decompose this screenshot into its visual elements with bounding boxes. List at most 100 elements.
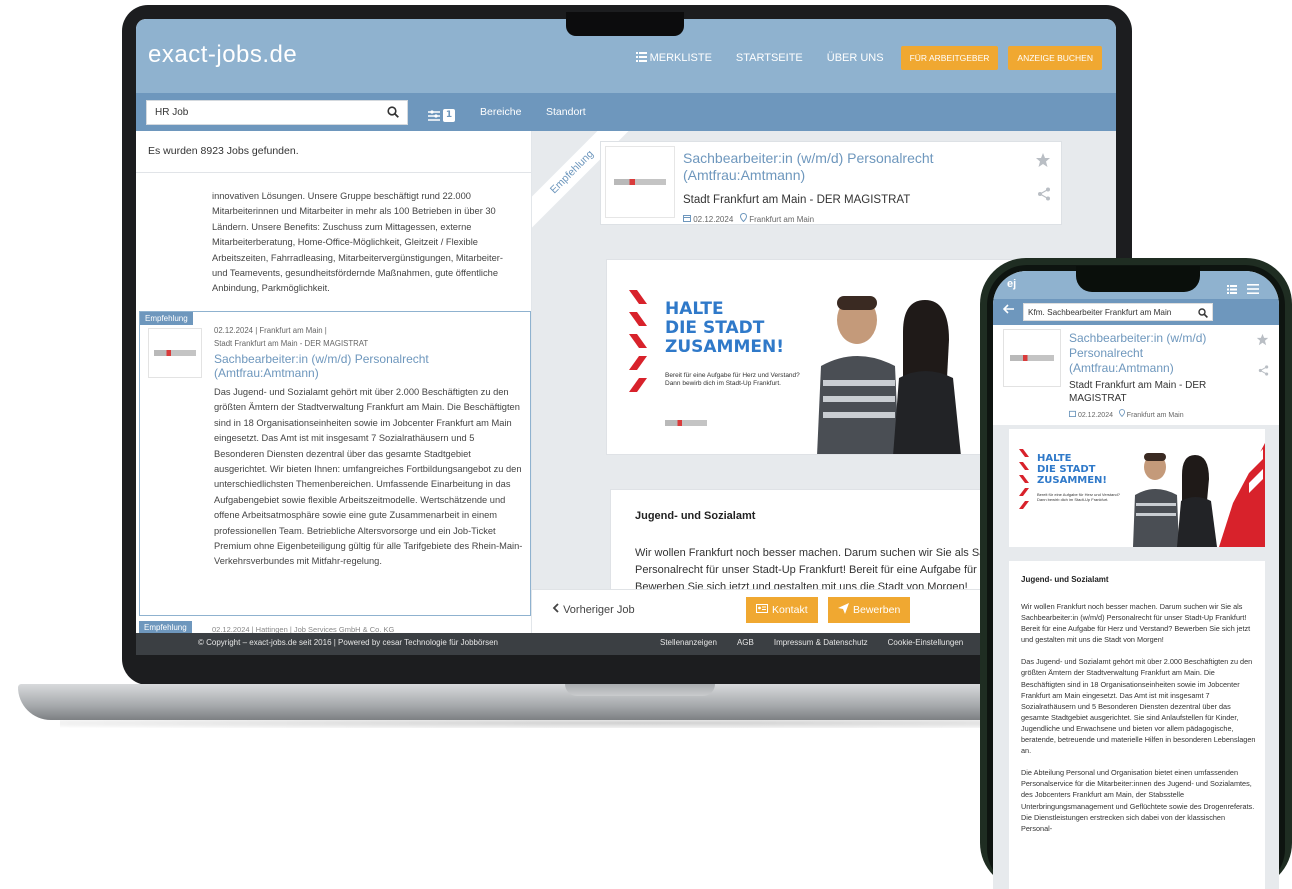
detail-location: Frankfurt am Main bbox=[749, 215, 815, 224]
footer-link-cookie[interactable]: Cookie-Einstellungen bbox=[888, 638, 964, 647]
company-logo-mark bbox=[154, 350, 196, 356]
results-count: Es wurden 8923 Jobs gefunden. bbox=[148, 145, 299, 157]
mobile-banner-red-shape bbox=[1219, 443, 1265, 547]
mobile-banner-line-2: DIE STADT bbox=[1037, 464, 1096, 475]
site-footer: © Copyright – exact-jobs.de seit 2016 | … bbox=[136, 633, 1116, 655]
mobile-banner-people bbox=[1133, 453, 1217, 547]
menu-icon[interactable] bbox=[1247, 279, 1259, 298]
share-icon[interactable] bbox=[1258, 361, 1269, 380]
footer-links: Stellenanzeigen AGB Impressum & Datensch… bbox=[660, 638, 963, 647]
calendar-icon bbox=[1069, 410, 1078, 419]
mobile-paragraph-3: Die Abteilung Personal und Organisation … bbox=[1021, 768, 1255, 833]
search-icon[interactable] bbox=[1198, 303, 1208, 322]
mobile-search-input[interactable] bbox=[1028, 307, 1188, 317]
listing-description: Das Jugend- und Sozialamt gehört mit übe… bbox=[214, 387, 523, 567]
laptop-screen: exact-jobs.de MERKLISTE STARTSEITE ÜBER … bbox=[136, 19, 1116, 655]
detail-title: Sachbearbeiter:in (w/m/d) Personalrecht … bbox=[683, 150, 934, 183]
banner-stripes bbox=[629, 290, 647, 392]
filter-toggle[interactable]: 1 bbox=[428, 106, 455, 125]
mobile-job-header: Sachbearbeiter:in (w/m/d) Personalrecht … bbox=[993, 325, 1279, 425]
fuer-arbeitgeber-button[interactable]: FÜR ARBEITGEBER bbox=[900, 46, 999, 70]
search-icon[interactable] bbox=[387, 103, 399, 122]
listing-date-location: 02.12.2024 | Frankfurt am Main | bbox=[214, 326, 327, 335]
mobile-paragraph-2: Das Jugend- und Sozialamt gehört mit übe… bbox=[1021, 657, 1256, 756]
bewerben-button[interactable]: Bewerben bbox=[828, 597, 911, 623]
banner-line-1: HALTE bbox=[665, 299, 724, 319]
mobile-content-heading: Jugend- und Sozialamt bbox=[1021, 575, 1109, 584]
detail-meta: 02.12.2024 Frankfurt am Main bbox=[683, 212, 815, 224]
mobile-logo[interactable]: ej bbox=[1007, 278, 1016, 290]
mobile-content-body: Wir wollen Frankfurt noch besser machen.… bbox=[1021, 601, 1257, 845]
chevron-left-icon bbox=[552, 603, 563, 616]
share-icon[interactable] bbox=[1037, 186, 1051, 205]
send-icon bbox=[838, 603, 849, 617]
filter-count-badge: 1 bbox=[443, 109, 455, 122]
detail-date: 02.12.2024 bbox=[693, 215, 734, 224]
mobile-banner-subline: Bereit für eine Aufgabe für Herz und Ver… bbox=[1037, 492, 1120, 502]
banner-line-2: DIE STADT bbox=[665, 318, 765, 338]
detail-company-logo bbox=[605, 146, 675, 218]
company-logo bbox=[148, 328, 202, 378]
mobile-job-company: Stadt Frankfurt am Main - DER MAGISTRAT bbox=[1069, 380, 1207, 404]
mobile-banner-line-1: HALTE bbox=[1037, 453, 1072, 464]
list-icon bbox=[635, 51, 647, 65]
recommendation-badge: Empfehlung bbox=[140, 312, 193, 325]
banner-people-illustration bbox=[817, 296, 961, 454]
footer-link-stellenanzeigen[interactable]: Stellenanzeigen bbox=[660, 638, 717, 647]
banner-city-logo bbox=[665, 420, 707, 426]
site-logo[interactable]: exact-jobs.de bbox=[148, 41, 297, 69]
banner-headline: HALTE DIE STADT ZUSAMMEN! bbox=[665, 300, 784, 357]
bewerben-label: Bewerben bbox=[853, 604, 901, 616]
footer-link-agb[interactable]: AGB bbox=[737, 638, 754, 647]
calendar-icon bbox=[683, 215, 693, 224]
nav-startseite[interactable]: STARTSEITE bbox=[729, 52, 810, 64]
back-arrow-icon[interactable] bbox=[1002, 303, 1015, 318]
search-field-wrapper bbox=[146, 100, 408, 125]
content-heading: Jugend- und Sozialamt bbox=[635, 510, 756, 522]
detail-company: Stadt Frankfurt am Main - DER MAGISTRAT bbox=[683, 194, 911, 206]
listing-title[interactable]: Sachbearbeiter:in (w/m/d) Personalrecht … bbox=[214, 352, 514, 380]
mobile-job-title: Sachbearbeiter:in (w/m/d) Personalrecht … bbox=[1069, 331, 1207, 375]
results-list: Es wurden 8923 Jobs gefunden. innovative… bbox=[136, 131, 532, 633]
mobile-banner-line-3: ZUSAMMEN! bbox=[1037, 475, 1107, 486]
mobile-job-content: Jugend- und Sozialamt Wir wollen Frankfu… bbox=[1009, 561, 1265, 889]
star-icon[interactable] bbox=[1256, 331, 1269, 350]
laptop-camera-notch bbox=[566, 12, 684, 36]
listing-meta: 02.12.2024 | Frankfurt am Main | Stadt F… bbox=[214, 324, 368, 350]
nav-merkliste[interactable]: MERKLISTE bbox=[629, 51, 719, 65]
bereiche-link[interactable]: Bereiche bbox=[480, 106, 521, 118]
recommendation-badge-next: Empfehlung bbox=[139, 621, 192, 633]
previous-job-link[interactable]: Vorheriger Job bbox=[552, 603, 635, 616]
phone-notch bbox=[1076, 266, 1200, 292]
location-pin-icon bbox=[1118, 409, 1127, 419]
banner-subline: Bereit für eine Aufgabe für Herz und Ver… bbox=[665, 372, 800, 387]
mobile-banner-headline: HALTE DIE STADT ZUSAMMEN! bbox=[1037, 453, 1107, 486]
listing-description-previous: innovativen Lösungen. Unsere Gruppe besc… bbox=[212, 191, 503, 294]
nav-ueber-uns[interactable]: ÜBER UNS bbox=[820, 52, 891, 64]
standort-link[interactable]: Standort bbox=[546, 106, 586, 118]
footer-copyright: © Copyright – exact-jobs.de seit 2016 | … bbox=[198, 638, 498, 647]
listing-company: Stadt Frankfurt am Main - DER MAGISTRAT bbox=[214, 339, 369, 348]
mobile-search-bar bbox=[993, 299, 1279, 325]
search-bar: 1 Bereiche Standort bbox=[136, 93, 1116, 131]
mobile-job-location: Frankfurt am Main bbox=[1126, 412, 1184, 419]
mobile-paragraph-1: Wir wollen Frankfurt noch besser machen.… bbox=[1021, 602, 1251, 645]
anzeige-buchen-button[interactable]: ANZEIGE BUCHEN bbox=[1008, 46, 1102, 70]
search-input[interactable] bbox=[155, 107, 365, 118]
footer-link-impressum[interactable]: Impressum & Datenschutz bbox=[774, 638, 868, 647]
job-detail-header: Sachbearbeiter:in (w/m/d) Personalrecht … bbox=[600, 141, 1062, 225]
kontakt-button[interactable]: Kontakt bbox=[746, 597, 818, 623]
kontakt-label: Kontakt bbox=[772, 604, 808, 616]
job-listing-card[interactable]: Empfehlung 02.12.2024 | Frankfurt am Mai… bbox=[139, 311, 531, 616]
laptop-hinge-dent bbox=[565, 684, 715, 696]
list-icon[interactable] bbox=[1227, 279, 1237, 298]
mobile-company-logo-mark bbox=[1010, 355, 1054, 361]
mobile-search-field bbox=[1023, 303, 1213, 321]
star-icon[interactable] bbox=[1035, 152, 1051, 172]
banner-line-3: ZUSAMMEN! bbox=[665, 337, 784, 357]
location-pin-icon bbox=[739, 212, 749, 224]
results-divider bbox=[136, 172, 531, 173]
previous-job-label: Vorheriger Job bbox=[563, 604, 635, 616]
main-nav: MERKLISTE STARTSEITE ÜBER UNS FÜR ARBEIT… bbox=[629, 46, 1102, 70]
mobile-banner-stripes bbox=[1019, 449, 1029, 509]
